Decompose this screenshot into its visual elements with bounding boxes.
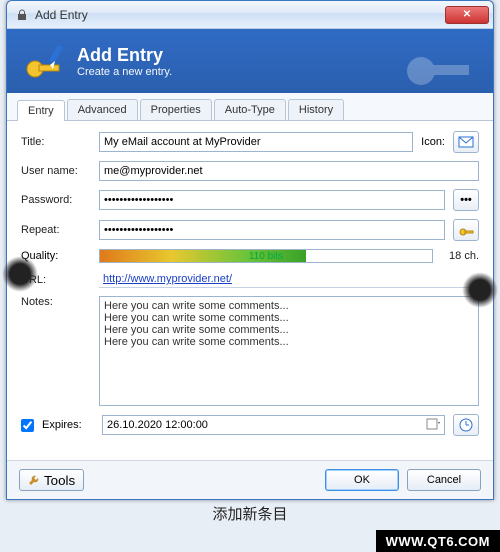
calendar-dropdown-icon	[426, 418, 440, 433]
icon-picker-button[interactable]	[453, 131, 479, 153]
page-caption: 添加新条目	[0, 503, 500, 524]
titlebar: Add Entry ✕	[7, 1, 493, 29]
tools-label: Tools	[44, 473, 75, 488]
banner: Add Entry Create a new entry.	[7, 29, 493, 93]
tabstrip: Entry Advanced Properties Auto-Type Hist…	[7, 93, 493, 121]
window-title: Add Entry	[35, 8, 445, 22]
repeat-label: Repeat:	[21, 224, 91, 236]
smudge-artifact	[462, 272, 498, 308]
banner-sub: Create a new entry.	[77, 66, 172, 78]
expires-label: Expires:	[42, 419, 94, 431]
quality-bits: 110 bits	[100, 250, 432, 264]
expires-preset-button[interactable]	[453, 414, 479, 436]
smudge-artifact	[2, 256, 38, 292]
notes-label: Notes:	[21, 296, 91, 308]
dialog-window: Add Entry ✕ Add Entry Create a new entry…	[6, 0, 494, 500]
tab-history[interactable]: History	[288, 99, 344, 120]
close-icon: ✕	[463, 9, 471, 20]
dialog-footer: Tools OK Cancel	[7, 460, 493, 499]
tab-auto-type[interactable]: Auto-Type	[214, 99, 286, 120]
url-link[interactable]: http://www.myprovider.net/	[103, 273, 232, 285]
clock-icon	[459, 418, 473, 432]
expires-checkbox[interactable]	[21, 419, 34, 432]
ok-button[interactable]: OK	[325, 469, 399, 491]
password-input[interactable]	[99, 190, 445, 210]
banner-ghost-key-icon	[401, 35, 481, 91]
quality-meter: 110 bits	[99, 249, 433, 263]
notes-textarea[interactable]: Here you can write some comments... Here…	[99, 296, 479, 406]
tab-entry[interactable]: Entry	[17, 100, 65, 121]
url-field[interactable]: http://www.myprovider.net/	[99, 271, 479, 288]
title-label: Title:	[21, 136, 91, 148]
entry-form: Title: Icon: User name: Password: ••• Re…	[7, 121, 493, 460]
lock-icon	[15, 8, 29, 22]
tab-properties[interactable]: Properties	[140, 99, 212, 120]
key-pencil-icon	[23, 39, 67, 83]
title-input[interactable]	[99, 132, 413, 152]
close-button[interactable]: ✕	[445, 6, 489, 24]
banner-heading: Add Entry	[77, 45, 172, 66]
username-input[interactable]	[99, 161, 479, 181]
password-label: Password:	[21, 194, 91, 206]
expires-datepicker[interactable]: 26.10.2020 12:00:00	[102, 415, 445, 435]
tools-button[interactable]: Tools	[19, 469, 84, 491]
repeat-input[interactable]	[99, 220, 445, 240]
quality-chars: 18 ch.	[441, 250, 479, 262]
generate-password-button[interactable]	[453, 219, 479, 241]
key-gen-icon	[458, 223, 474, 237]
dots-icon: •••	[460, 194, 472, 206]
wrench-icon	[28, 474, 40, 486]
username-label: User name:	[21, 165, 91, 177]
watermark: WWW.QT6.COM	[376, 530, 500, 552]
tab-advanced[interactable]: Advanced	[67, 99, 138, 120]
envelope-icon	[458, 136, 474, 148]
cancel-button[interactable]: Cancel	[407, 469, 481, 491]
expires-value: 26.10.2020 12:00:00	[107, 419, 208, 431]
icon-label: Icon:	[421, 136, 445, 148]
reveal-password-button[interactable]: •••	[453, 189, 479, 211]
